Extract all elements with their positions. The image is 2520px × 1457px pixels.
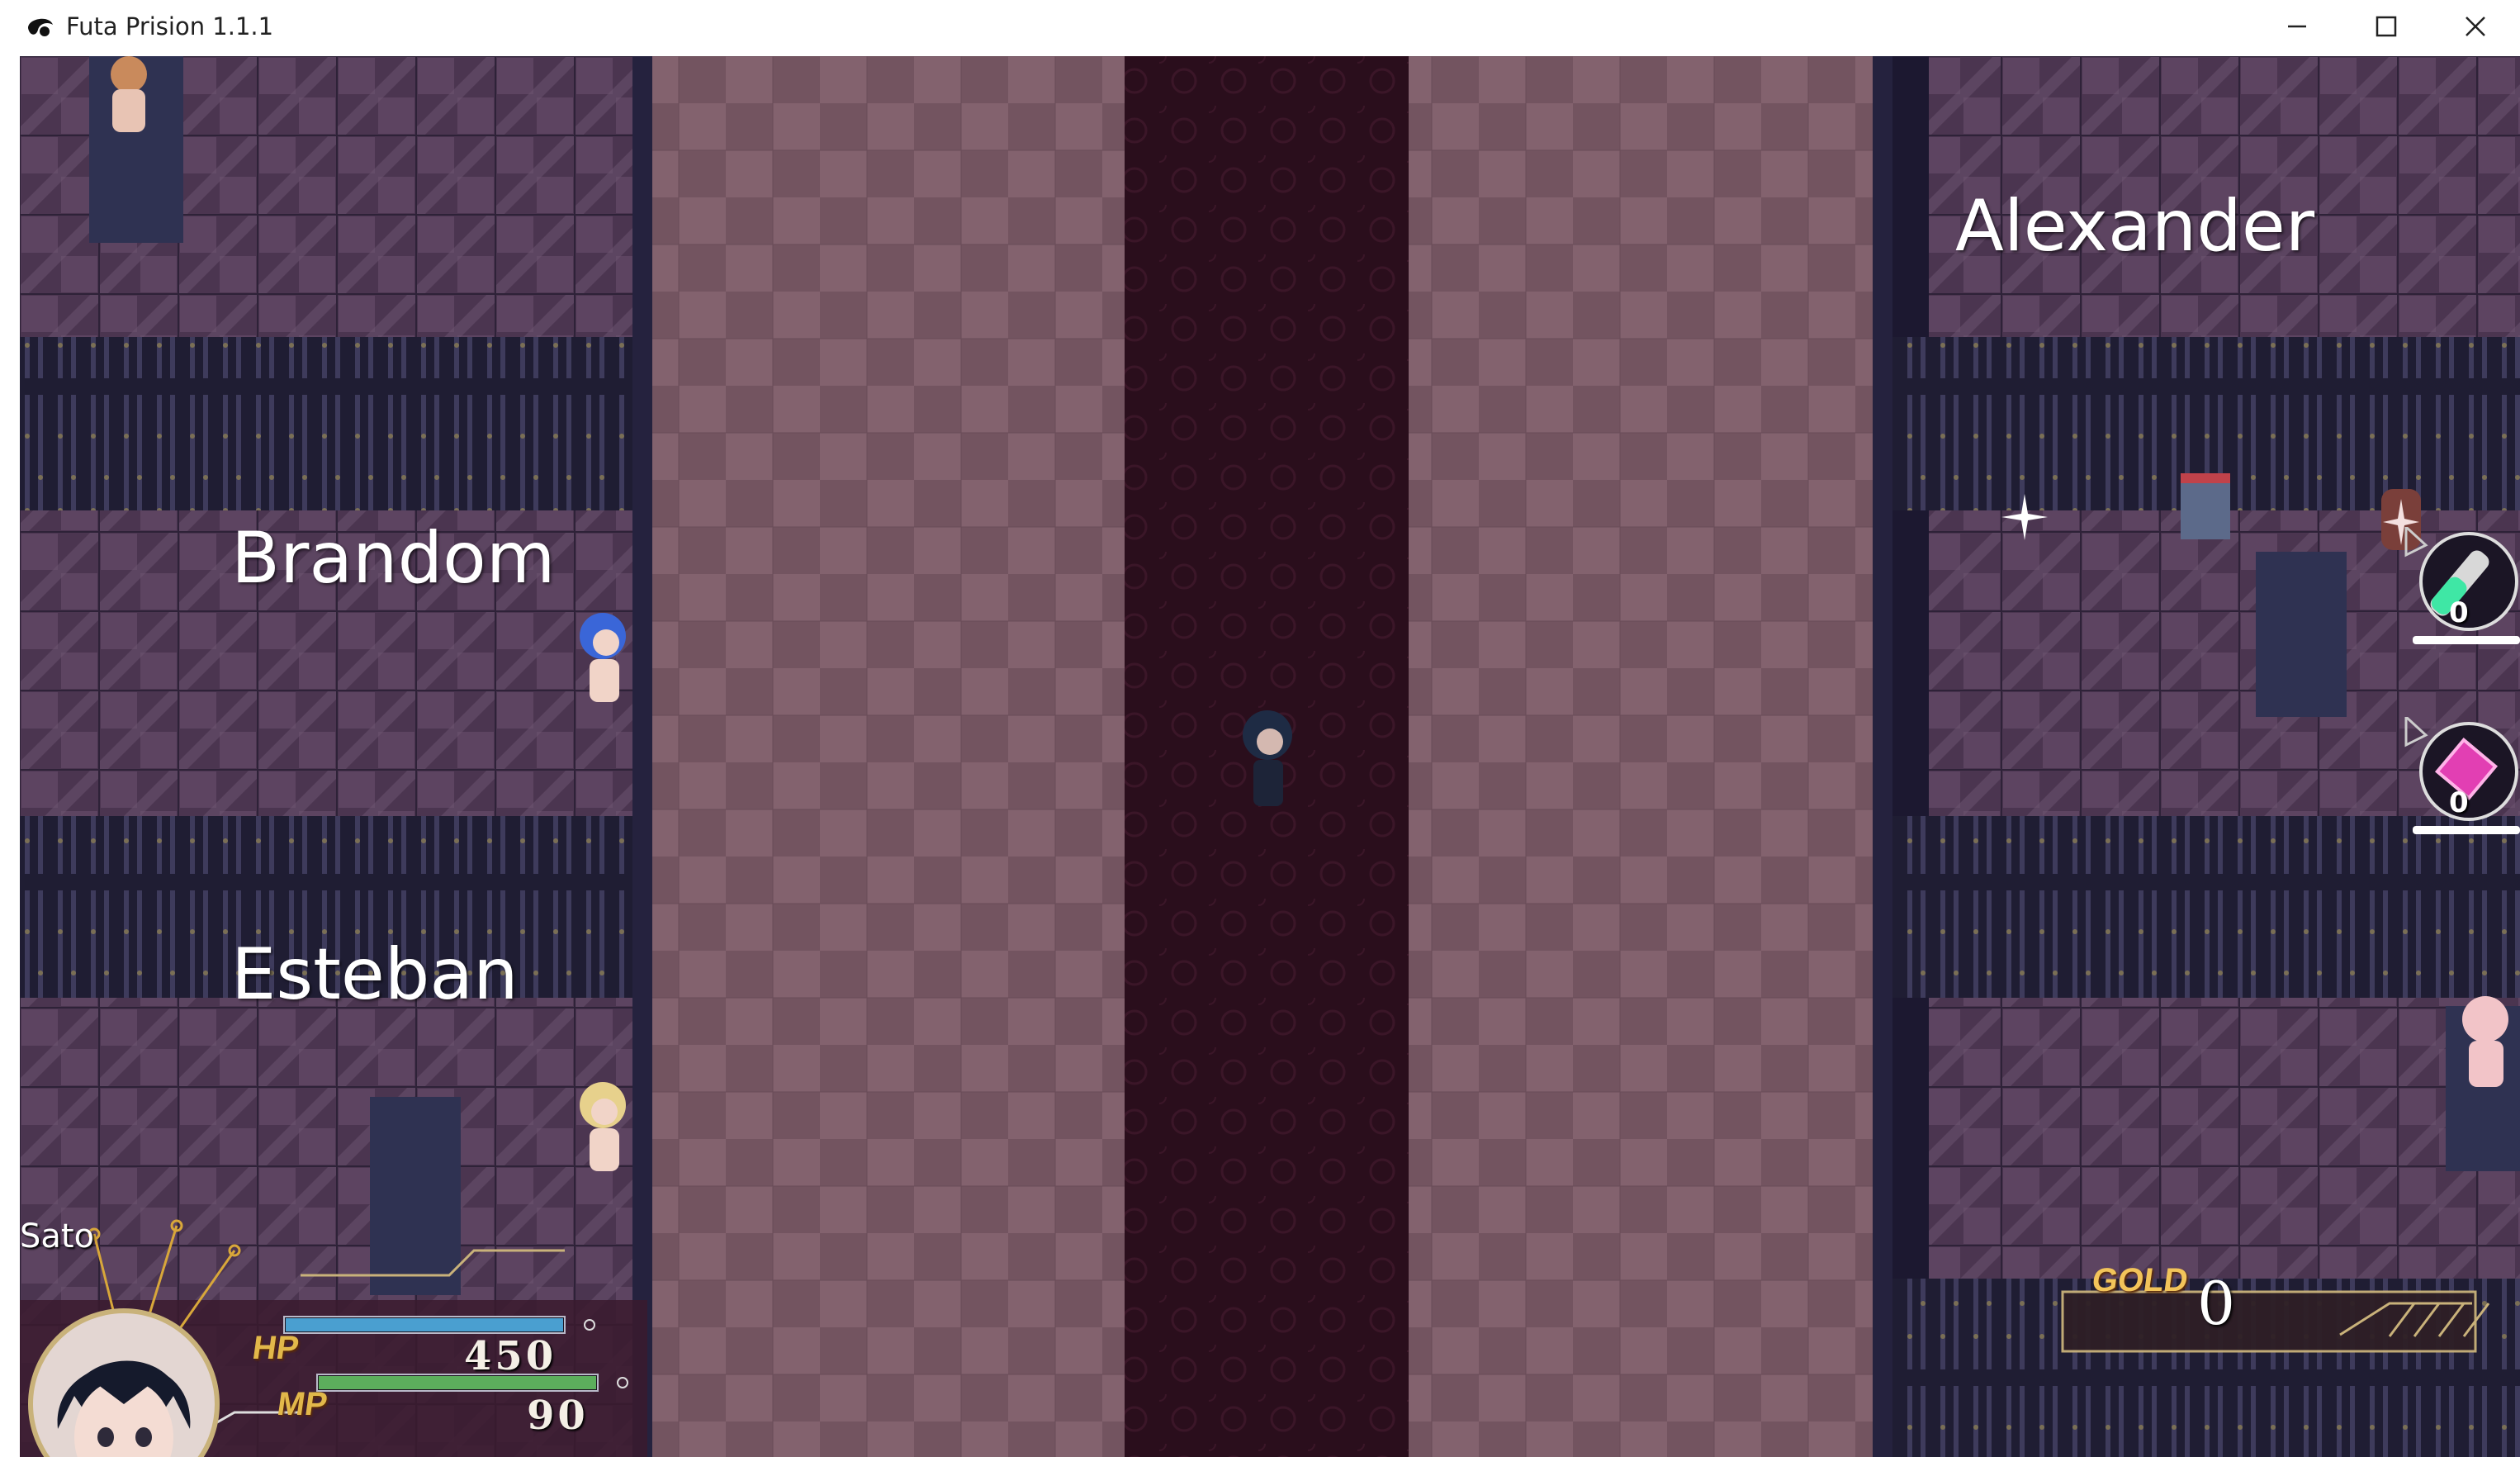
room-label-alexander: Alexander [1955, 185, 2315, 268]
status-hud: HP MP 450 90 [20, 1209, 647, 1457]
game-window: Futa Prision 1.1.1 Brandom Esteban Alexa… [0, 0, 2520, 1457]
mp-label: MP [274, 1386, 330, 1422]
window-title: Futa Prision 1.1.1 [66, 12, 274, 40]
mp-value: 90 [527, 1393, 589, 1439]
player-sprite[interactable] [1230, 709, 1305, 816]
maximize-icon [2376, 16, 2397, 37]
sparkle-icon [2001, 494, 2048, 540]
prisoner-sprite[interactable] [96, 56, 162, 147]
crystal-count: 0 [2449, 786, 2469, 819]
hp-label: HP [249, 1330, 301, 1366]
quick-item-potion[interactable]: 0 [2398, 524, 2520, 651]
gold-value: 0 [2197, 1269, 2235, 1338]
game-viewport[interactable]: Brandom Esteban Alexander 0 0 HP MP 450 … [20, 56, 2520, 1457]
minimize-button[interactable] [2252, 0, 2342, 53]
maximize-button[interactable] [2342, 0, 2431, 53]
potion-count: 0 [2449, 596, 2469, 629]
brandom-sprite[interactable] [570, 611, 636, 710]
hp-value: 450 [464, 1333, 557, 1379]
potion-vial-icon [2404, 524, 2520, 644]
title-bar[interactable]: Futa Prision 1.1.1 [0, 0, 2520, 53]
close-button[interactable] [2431, 0, 2520, 53]
room-label-brandom: Brandom [231, 517, 556, 600]
pink-crystal-icon [2404, 714, 2520, 834]
alexander-sprite[interactable] [2452, 990, 2520, 1097]
character-name: Sato [20, 1217, 95, 1255]
room-label-esteban: Esteban [231, 933, 519, 1016]
sato-portrait-icon [57, 1360, 191, 1457]
cage-prop[interactable] [2177, 469, 2234, 543]
app-icon [28, 18, 53, 36]
close-icon [2466, 17, 2485, 36]
gold-hud: GOLD [2043, 1246, 2520, 1386]
quick-item-crystal[interactable]: 0 [2398, 714, 2520, 841]
minimize-icon [2288, 25, 2306, 28]
esteban-sprite[interactable] [568, 1080, 637, 1179]
